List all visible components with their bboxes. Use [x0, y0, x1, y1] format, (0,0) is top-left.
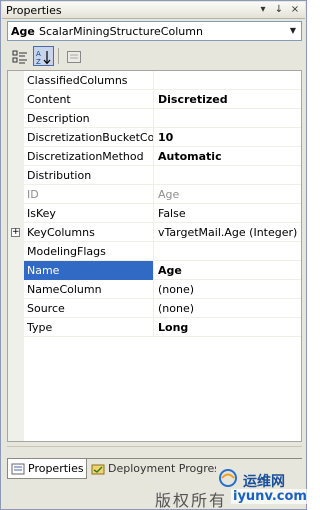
categorized-button[interactable]	[9, 46, 30, 66]
property-value[interactable]: (none)	[155, 299, 301, 318]
properties-tab-icon	[11, 463, 25, 475]
watermark-logo-icon	[219, 469, 237, 487]
property-row[interactable]: Distribution	[24, 166, 301, 185]
property-value[interactable]: 10	[155, 128, 301, 147]
description-pane	[7, 446, 302, 458]
chevron-down-icon[interactable]: ▼	[286, 23, 300, 39]
categorized-icon	[12, 50, 27, 64]
alphabetical-sort-icon: A Z	[36, 50, 51, 65]
tab-properties[interactable]: Properties	[7, 459, 87, 479]
property-name[interactable]: Name	[24, 261, 154, 280]
watermark-brand: 运维网	[243, 474, 285, 490]
object-name: Age	[11, 25, 35, 38]
object-type: ScalarMiningStructureColumn	[39, 25, 203, 38]
watermark: 运维网 版权所有 iyunv.com	[151, 467, 309, 510]
property-value[interactable]	[155, 71, 301, 90]
svg-text:Z: Z	[36, 58, 41, 65]
property-name[interactable]: NameColumn	[24, 280, 154, 299]
property-row[interactable]: Content Discretized	[24, 90, 301, 109]
properties-window: Properties ▾ ↓ × Age ScalarMiningStructu…	[0, 0, 309, 510]
property-name[interactable]: Type	[24, 318, 154, 337]
property-row[interactable]: IsKey False	[24, 204, 301, 223]
toolbar-separator	[58, 48, 59, 64]
property-name[interactable]: DiscretizationMethod	[24, 147, 154, 166]
property-row[interactable]: NameColumn (none)	[24, 280, 301, 299]
property-name[interactable]: Description	[24, 109, 154, 128]
property-row[interactable]: Description	[24, 109, 301, 128]
object-selector[interactable]: Age ScalarMiningStructureColumn ▼	[7, 21, 302, 41]
property-row[interactable]: Name Age	[24, 261, 301, 280]
property-pages-icon	[67, 51, 81, 63]
property-name[interactable]: KeyColumns	[24, 223, 154, 242]
property-value[interactable]: Long	[155, 318, 301, 337]
auto-hide-pin-button[interactable]: ↓	[272, 3, 286, 17]
property-grid[interactable]: ClassifiedColumns Content Discretized Descr…	[7, 70, 302, 442]
property-name[interactable]: Content	[24, 90, 154, 109]
property-value[interactable]: vTargetMail.Age (Integer)	[155, 223, 301, 242]
property-name[interactable]: DiscretizationBucketCo	[24, 128, 154, 147]
property-name[interactable]: Source	[24, 299, 154, 318]
properties-toolbar: A Z	[7, 44, 302, 68]
property-name[interactable]: ModelingFlags	[24, 242, 154, 261]
property-row[interactable]: ClassifiedColumns	[24, 71, 301, 90]
property-row[interactable]: KeyColumns vTargetMail.Age (Integer)	[24, 223, 301, 242]
property-name[interactable]: ClassifiedColumns	[24, 71, 154, 90]
deployment-icon	[91, 464, 105, 475]
property-value[interactable]	[155, 242, 301, 261]
svg-text:A: A	[36, 50, 41, 58]
title-bar: Properties ▾ ↓ ×	[2, 2, 305, 19]
property-row[interactable]: DiscretizationMethod Automatic	[24, 147, 301, 166]
grid-gutter	[8, 71, 24, 441]
property-value[interactable]: Age	[155, 261, 301, 280]
window-position-button[interactable]: ▾	[256, 3, 270, 17]
expand-plus-icon[interactable]: +	[11, 228, 20, 237]
tab-properties-label: Properties	[28, 462, 84, 475]
watermark-copyright: 版权所有	[155, 491, 228, 510]
property-name[interactable]: ID	[24, 185, 154, 204]
property-name[interactable]: Distribution	[24, 166, 154, 185]
property-name[interactable]: IsKey	[24, 204, 154, 223]
watermark-url: iyunv.com	[231, 489, 309, 504]
property-row[interactable]: Source (none)	[24, 299, 301, 318]
property-value[interactable]: Discretized	[155, 90, 301, 109]
alphabetical-button[interactable]: A Z	[33, 46, 54, 66]
close-button[interactable]: ×	[288, 3, 302, 17]
property-pages-button[interactable]	[63, 46, 84, 66]
property-row[interactable]: Type Long	[24, 318, 301, 337]
property-value[interactable]: Automatic	[155, 147, 301, 166]
property-row[interactable]: ModelingFlags	[24, 242, 301, 261]
property-value[interactable]	[155, 166, 301, 185]
property-value[interactable]: False	[155, 204, 301, 223]
property-value[interactable]: Age	[155, 185, 301, 204]
property-value[interactable]: (none)	[155, 280, 301, 299]
property-value[interactable]	[155, 109, 301, 128]
property-row[interactable]: ID Age	[24, 185, 301, 204]
property-row[interactable]: DiscretizationBucketCo 10	[24, 128, 301, 147]
window-title: Properties	[6, 4, 62, 17]
